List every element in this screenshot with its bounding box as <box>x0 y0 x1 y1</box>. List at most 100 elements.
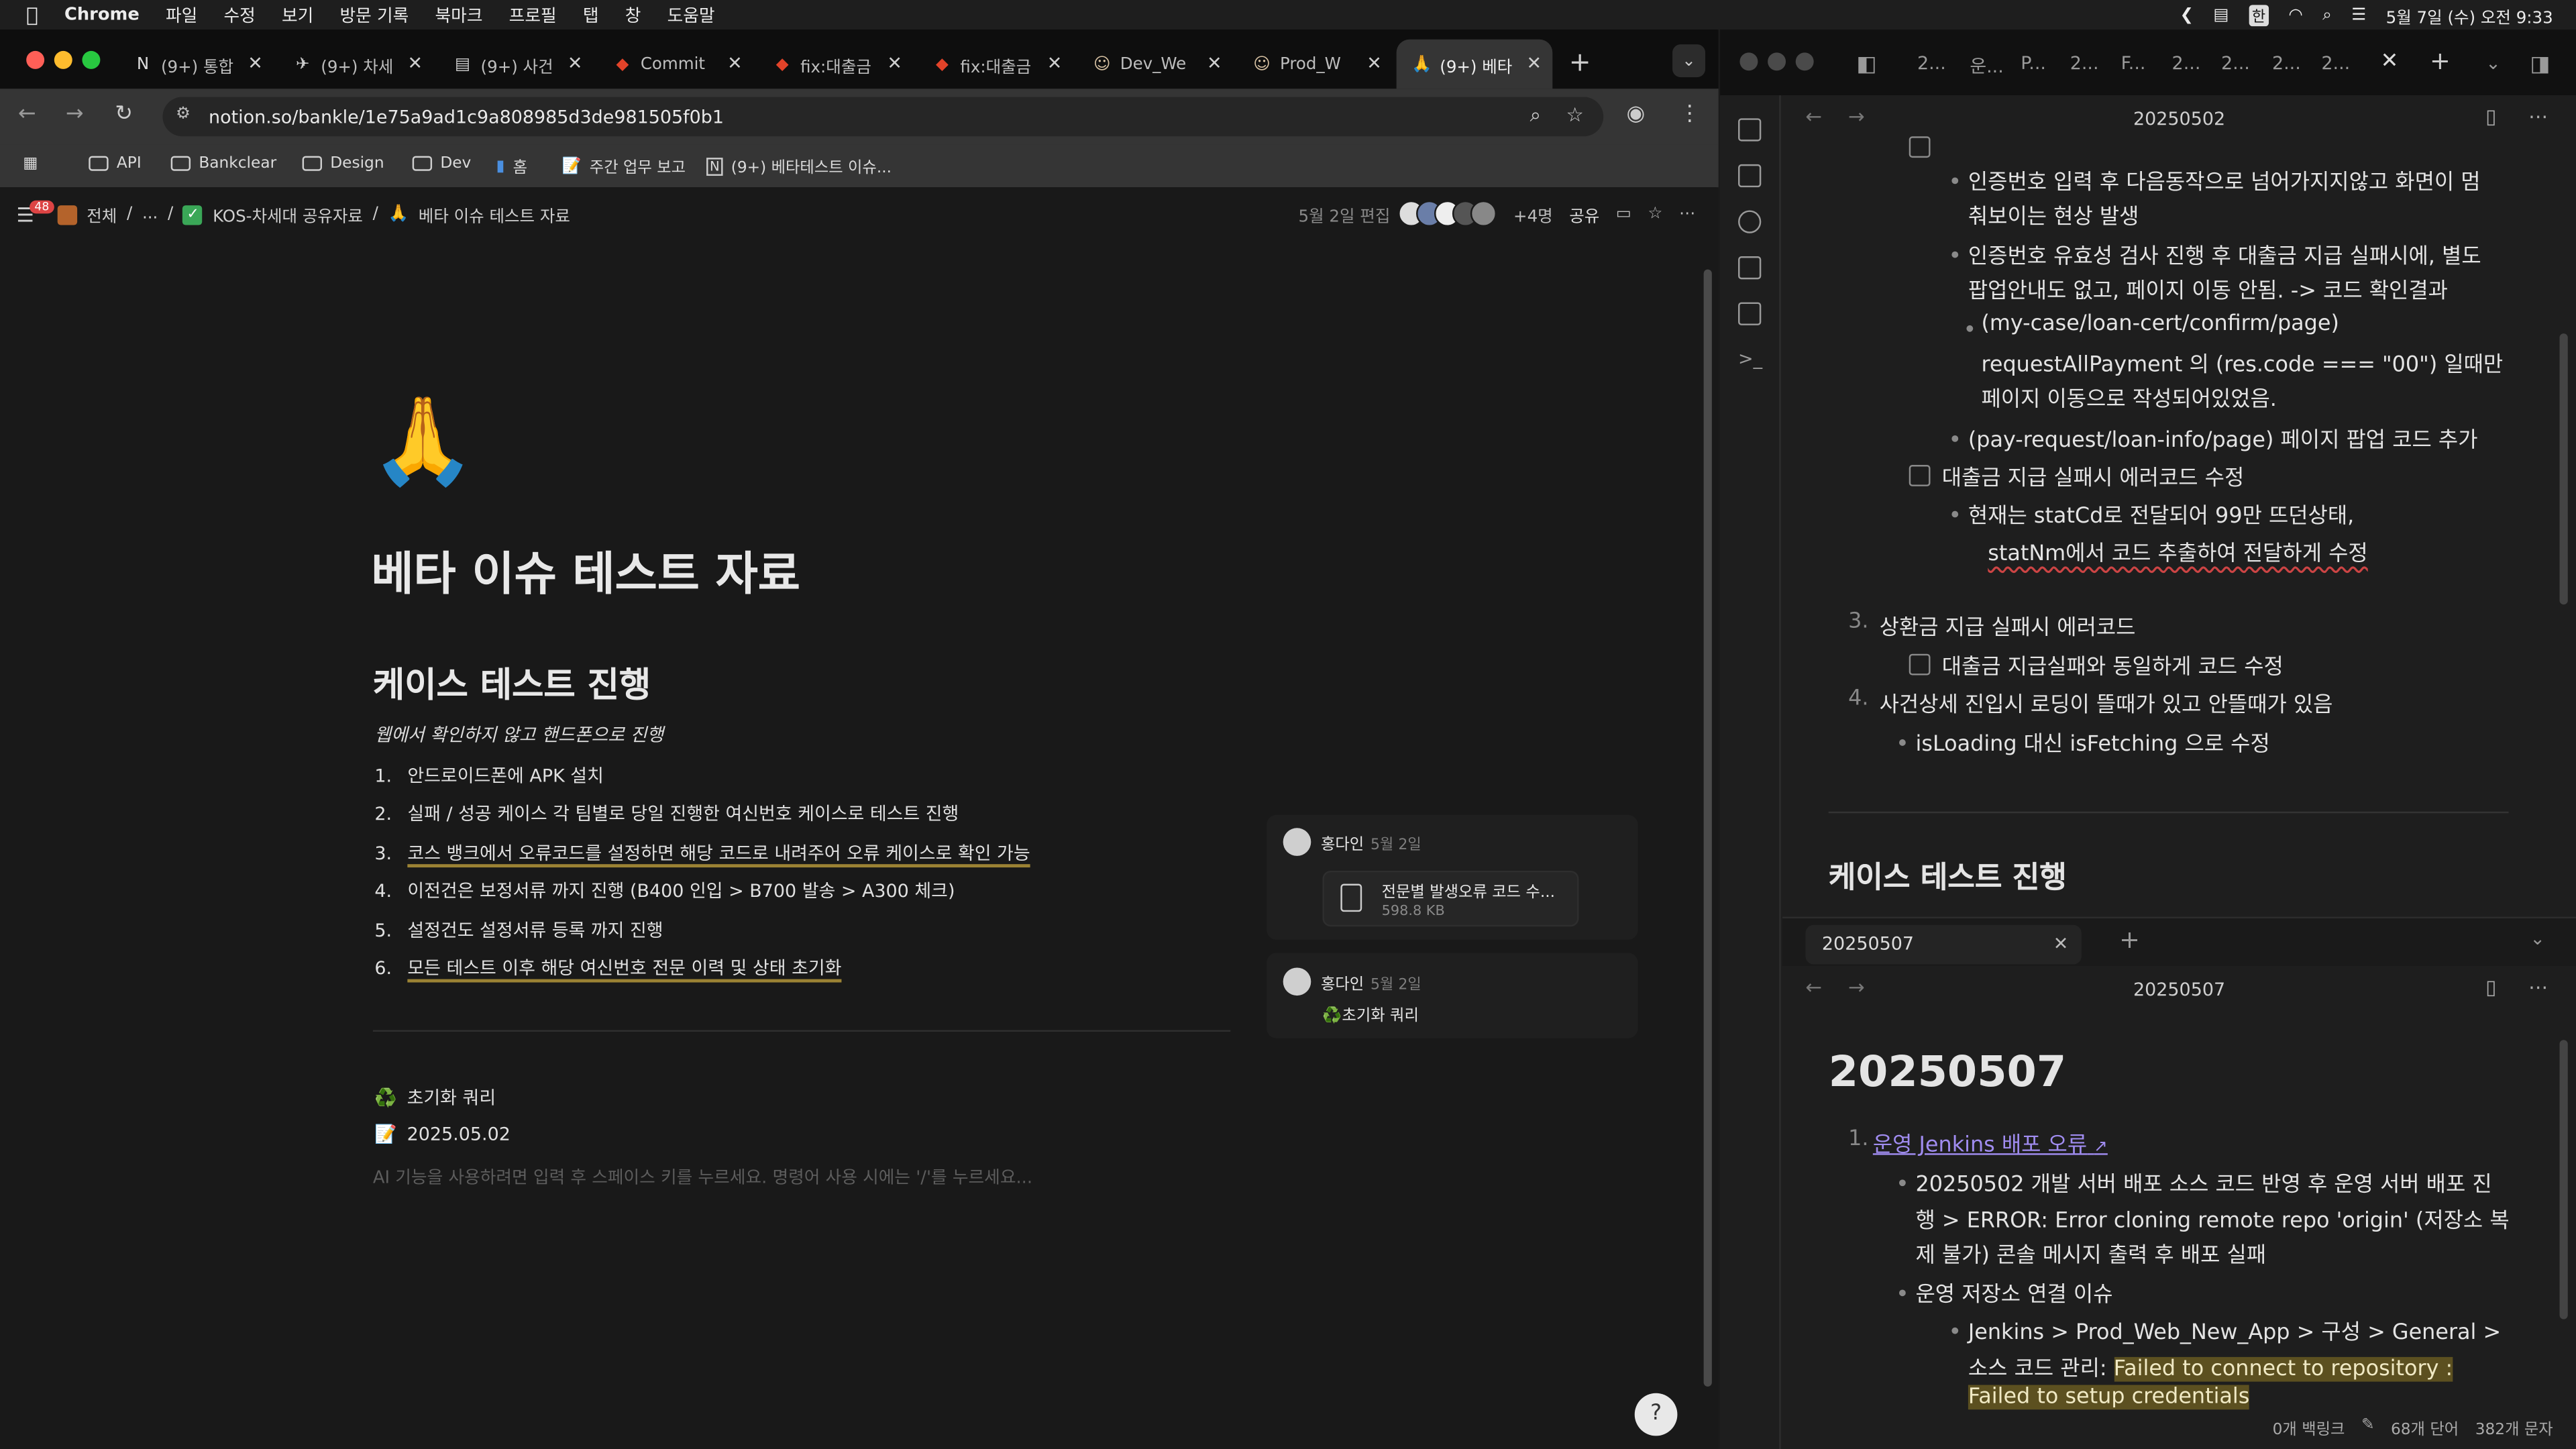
list-item[interactable]: 4. 이전건은 보정서류 까지 진행 (B400 인입 > B700 발송 > A… <box>374 877 955 904</box>
url-text[interactable]: notion.so/bankle/1e75a9ad1c9a808985d3de9… <box>209 106 724 127</box>
apple-icon[interactable]:  <box>26 3 38 26</box>
note-line[interactable]: 상환금 지급 실패시 에러코드 <box>1880 610 2136 641</box>
bookmark-folder[interactable]: Design <box>302 154 384 172</box>
note-line[interactable]: 사건상세 진입시 로딩이 뜰때가 있고 안뜰때가 있음 <box>1880 687 2333 718</box>
note-line[interactable]: 춰보이는 현상 발생 <box>1968 199 2139 230</box>
comment-card[interactable]: 홍다인 5월 2일 ♻️초기화 쿼리 <box>1267 953 1638 1038</box>
scrollbar[interactable] <box>1703 269 1712 1387</box>
note-heading[interactable]: 케이스 테스트 진행 <box>1829 854 2067 897</box>
bookmark-star-icon[interactable]: ☆ <box>1566 103 1583 126</box>
back-icon[interactable]: ← <box>18 102 36 127</box>
close-tab-icon[interactable]: ✕ <box>1047 52 1063 74</box>
close-window-button[interactable] <box>1739 52 1758 71</box>
input-source[interactable]: 한 <box>2248 4 2269 25</box>
close-tab-icon[interactable]: ✕ <box>887 52 902 74</box>
browser-tab[interactable]: ◆ fix:대출금 ✕ <box>918 40 1074 89</box>
browser-tab[interactable]: ▤ (9+) 사건 ✕ <box>438 40 594 89</box>
new-tab-button[interactable]: + <box>2430 46 2451 76</box>
editor-tab[interactable]: 2... <box>2221 52 2250 74</box>
page-emoji-icon[interactable]: 🙏 <box>370 392 476 491</box>
menu-edit[interactable]: 수정 <box>223 3 255 28</box>
tab-search-button[interactable]: ⌄ <box>1672 44 1706 78</box>
menubar-app-name[interactable]: Chrome <box>64 5 140 24</box>
browser-tab[interactable]: ◆ fix:대출금 ✕ <box>757 40 914 89</box>
browser-tab[interactable]: ☺ Dev_We ✕ <box>1077 40 1234 89</box>
note-line[interactable]: 행 > ERROR: Error cloning remote repo 'or… <box>1916 1203 2510 1234</box>
breadcrumb-item[interactable]: 전체 <box>87 202 117 227</box>
checkbox[interactable] <box>1909 136 1931 158</box>
copy-icon[interactable] <box>1738 302 1762 325</box>
avatar-extra-count[interactable]: +4명 <box>1513 201 1553 226</box>
bookmark-folder[interactable]: Dev <box>412 154 471 172</box>
bookmark-link[interactable]: N (9+) 베타테스트 이슈... <box>706 154 892 177</box>
apps-grid-icon[interactable]: ▦ <box>23 154 38 172</box>
sidebar-toggle-icon[interactable]: ☰ 48 <box>16 199 54 226</box>
clock[interactable]: 5월 7일 (수) 오전 9:33 <box>2386 3 2553 28</box>
zoom-window-button[interactable] <box>1795 52 1814 71</box>
help-button[interactable]: ? <box>1634 1393 1678 1436</box>
minimize-window-button[interactable] <box>54 50 72 69</box>
graph-icon[interactable] <box>1738 210 1762 233</box>
note-line[interactable]: isLoading 대신 isFetching 으로 수정 <box>1916 726 2270 757</box>
avatar-group[interactable] <box>1398 200 1497 227</box>
external-link[interactable]: 운영 Jenkins 배포 오류 ↗ <box>1873 1127 2108 1159</box>
browser-tab[interactable]: 🙏 (9+) 베타 ✕ <box>1397 39 1554 89</box>
new-tab-button[interactable]: + <box>2119 925 2140 955</box>
profile-icon[interactable]: ◉ <box>1626 102 1645 127</box>
menu-view[interactable]: 보기 <box>282 3 313 28</box>
commented-text[interactable]: 모든 테스트 이후 해당 여신번호 전문 이력 및 상태 초기화 <box>407 958 841 979</box>
attachment[interactable]: 전문별 발생오류 코드 수... 598.8 KB <box>1322 870 1579 927</box>
note-line[interactable]: 운영 저장소 연결 이슈 <box>1916 1277 2113 1308</box>
reload-icon[interactable]: ↻ <box>115 102 133 127</box>
browser-tab[interactable]: N (9+) 통합 ✕ <box>118 40 274 89</box>
right-sidebar-toggle-icon[interactable]: ◨ <box>2530 52 2550 77</box>
breadcrumb-item[interactable]: KOS-차세대 공유자료 <box>213 202 363 227</box>
menu-help[interactable]: 도움말 <box>667 3 715 28</box>
wifi-icon[interactable]: ◠ <box>2288 6 2302 24</box>
browser-tab[interactable]: ☺ Prod_W ✕ <box>1237 40 1393 89</box>
note-line[interactable]: 소스 코드 관리: Failed to connect to repositor… <box>1968 1350 2453 1382</box>
chevron-left-icon[interactable]: ❮ <box>2180 6 2194 24</box>
note-line[interactable]: (my-case/loan-cert/confirm/page) <box>1981 312 2339 337</box>
note-line[interactable]: 제 불가) 콘솔 메시지 출력 후 배포 실패 <box>1916 1237 2267 1269</box>
close-tab-icon[interactable]: ✕ <box>1207 52 1222 74</box>
editor-tab[interactable]: P... <box>2021 52 2046 74</box>
comment-page-link[interactable]: ♻️초기화 쿼리 <box>1322 1002 1418 1025</box>
editor-tab[interactable]: 운... <box>1970 52 2004 78</box>
new-tab-button[interactable]: + <box>1569 46 1591 78</box>
close-tab-icon[interactable]: ✕ <box>568 52 583 74</box>
editor-tab[interactable]: 2... <box>1917 52 1946 74</box>
menu-window[interactable]: 창 <box>625 3 641 28</box>
page-title[interactable]: 베타 이슈 테스트 자료 <box>371 539 800 604</box>
editor-tab[interactable]: 2... <box>2172 52 2201 74</box>
backlinks-count[interactable]: 0개 백링크 <box>2273 1416 2345 1439</box>
list-item[interactable]: 6. 모든 테스트 이후 해당 여신번호 전문 이력 및 상태 초기화 <box>374 955 841 981</box>
scrollbar[interactable] <box>2559 1040 2568 1320</box>
close-tab-icon[interactable]: ✕ <box>408 52 423 74</box>
note-line[interactable]: (pay-request/loan-info/page) 페이지 팝업 코드 추… <box>1968 422 2478 453</box>
comment-icon[interactable]: ▭ <box>1616 205 1631 223</box>
commented-text[interactable]: 코스 뱅크에서 오류코드를 설정하면 해당 코드로 내려주어 오류 케이스로 확… <box>407 843 1030 864</box>
canvas-icon[interactable] <box>1738 256 1762 280</box>
minimize-window-button[interactable] <box>1768 52 1786 71</box>
editor-tab[interactable]: F... <box>2121 52 2146 74</box>
note-line[interactable]: 인증번호 유효성 검사 진행 후 대출금 지급 실패시에, 별도 <box>1968 238 2481 270</box>
close-tab-icon[interactable]: ✕ <box>1366 52 1382 74</box>
list-item[interactable]: 1. 안드로이드폰에 APK 설치 <box>374 762 604 788</box>
editor-tab[interactable]: 2... <box>2321 52 2350 74</box>
chevron-down-icon[interactable]: ⌄ <box>2530 928 2545 950</box>
menu-file[interactable]: 파일 <box>166 3 197 28</box>
close-tab-icon[interactable]: ✕ <box>2053 925 2069 965</box>
note-h1[interactable]: 20250507 <box>1829 1048 2066 1097</box>
note-line[interactable]: statNm에서 코드 추출하여 전달하게 수정 <box>1988 535 2367 567</box>
tab-list-chevron-icon[interactable]: ⌄ <box>2485 52 2501 74</box>
note-line[interactable]: 페이지 이동으로 작성되어있었음. <box>1981 381 2276 413</box>
note-line[interactable]: requestAllPayment 의 (res.code === "00") … <box>1981 347 2503 378</box>
more-icon[interactable]: ⋯ <box>1679 205 1695 223</box>
list-item[interactable]: 3. 코스 뱅크에서 오류코드를 설정하면 해당 코드로 내려주어 오류 케이스로… <box>374 839 1030 865</box>
calendar-icon[interactable] <box>1738 164 1762 188</box>
note-line[interactable]: 대출금 지급 실패시 에러코드 수정 <box>1942 460 2245 492</box>
keyboard-icon[interactable]: ▤ <box>2213 6 2229 24</box>
close-tab-icon[interactable]: ✕ <box>727 52 743 74</box>
italic-note[interactable]: 웹에서 확인하지 않고 핸드폰으로 진행 <box>374 721 663 747</box>
